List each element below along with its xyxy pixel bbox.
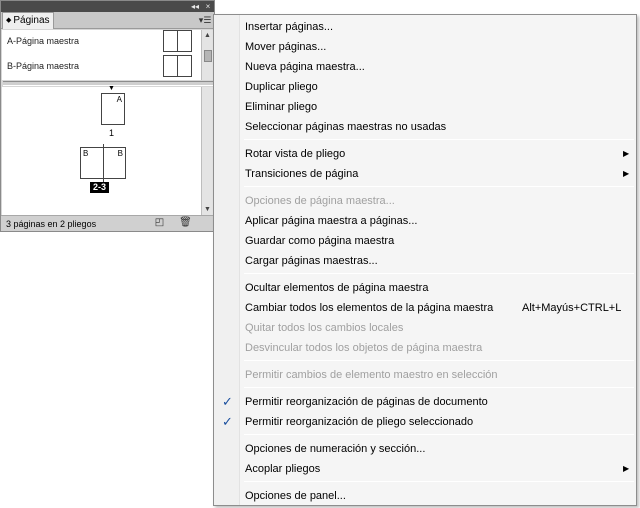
panel-menu-button[interactable]: ▾☰: [198, 14, 212, 26]
submenu-arrow-icon: ▶: [623, 169, 630, 178]
page-master-letter: A: [116, 95, 122, 104]
menu-item[interactable]: Duplicar pliego: [214, 77, 636, 97]
master-thumbnail[interactable]: [163, 30, 192, 52]
menu-item[interactable]: Cargar páginas maestras...: [214, 251, 636, 271]
menu-separator: [244, 139, 634, 140]
delete-page-icon[interactable]: 🗑: [179, 217, 192, 229]
page-thumbnail-1[interactable]: A: [101, 93, 125, 125]
submenu-arrow-icon: ▶: [623, 149, 630, 158]
spread-number-label: 2-3: [90, 182, 110, 193]
master-item-a[interactable]: A-Página maestra: [2, 30, 201, 55]
menu-item-label: Ocultar elementos de página maestra: [245, 282, 429, 294]
menu-item[interactable]: Transiciones de página ▶: [214, 164, 636, 184]
menu-item-label: Opciones de numeración y sección...: [245, 443, 426, 455]
panel-tab-row: ◆ Páginas: [1, 12, 214, 29]
collapse-panel-icon[interactable]: ◂◂: [189, 1, 201, 12]
menu-item-label: Acoplar pliegos: [245, 463, 321, 475]
panel-flyout-menu: Insertar páginas... Mover páginas... Nueva…: [213, 14, 637, 506]
menu-separator: [244, 481, 634, 482]
tab-pages-label: Páginas: [13, 15, 50, 26]
menu-item-label: Quitar todos los cambios locales: [245, 322, 404, 334]
menu-item-label: Aplicar página maestra a páginas...: [245, 215, 418, 227]
checkmark-icon: ✓: [222, 394, 233, 409]
menu-item[interactable]: Cambiar todos los elementos de la página…: [214, 298, 636, 318]
menu-item: Quitar todos los cambios locales: [214, 318, 636, 338]
master-item-label: A-Página maestra: [7, 36, 80, 46]
menu-separator: [244, 434, 634, 435]
menu-item[interactable]: Aplicar página maestra a páginas...: [214, 211, 636, 231]
menu-item-label: Duplicar pliego: [245, 81, 318, 93]
menu-item[interactable]: Nueva página maestra...: [214, 57, 636, 77]
menu-item-label: Rotar vista de pliego: [245, 148, 346, 160]
menu-item[interactable]: Opciones de panel...: [214, 486, 636, 506]
menu-item[interactable]: Guardar como página maestra: [214, 231, 636, 251]
menu-item-shortcut: Alt+Mayús+CTRL+L: [522, 302, 622, 314]
menu-item: Permitir cambios de elemento maestro en …: [214, 365, 636, 385]
menu-separator: [244, 273, 634, 274]
spread-thumbnail-2-3[interactable]: B B: [80, 144, 126, 182]
menu-item-label: Cargar páginas maestras...: [245, 255, 378, 267]
menu-item[interactable]: Ocultar elementos de página maestra: [214, 278, 636, 298]
menu-item[interactable]: Acoplar pliegos ▶: [214, 459, 636, 479]
menu-item-label: Guardar como página maestra: [245, 235, 395, 247]
current-page-marker-icon: ▼: [108, 85, 115, 92]
page-number-label: 1: [109, 128, 115, 138]
checkmark-icon: ✓: [222, 414, 233, 429]
menu-item-label: Opciones de página maestra...: [245, 195, 395, 207]
menu-item[interactable]: Mover páginas...: [214, 37, 636, 57]
menu-item-label: Desvincular todos los objetos de página …: [245, 342, 483, 354]
scroll-up-icon[interactable]: ▲: [204, 32, 211, 39]
menu-separator: [244, 387, 634, 388]
scroll-thumb[interactable]: [204, 50, 212, 62]
master-item-label: B-Página maestra: [7, 61, 80, 71]
menu-item[interactable]: ✓ Permitir reorganización de páginas de d…: [214, 392, 636, 412]
menu-item-label: Permitir cambios de elemento maestro en …: [245, 369, 498, 381]
menu-item-label: Eliminar pliego: [245, 101, 318, 113]
scroll-down-icon[interactable]: ▼: [204, 206, 211, 213]
close-panel-icon[interactable]: ×: [202, 1, 214, 12]
menu-item-label: Opciones de panel...: [245, 490, 346, 502]
menu-item[interactable]: ✓ Permitir reorganización de pliego selec…: [214, 412, 636, 432]
tab-pages[interactable]: ◆ Páginas: [2, 12, 54, 29]
menu-item-label: Cambiar todos los elementos de la página…: [245, 302, 494, 314]
document-pages-area: ▼ A 1 B B 2-3: [2, 85, 201, 215]
panel-title-strip: ◂◂ ×: [1, 1, 214, 12]
master-item-b[interactable]: B-Página maestra: [2, 55, 201, 80]
menu-item-label: Permitir reorganización de páginas de do…: [245, 396, 488, 408]
spread-right-master-letter: B: [117, 149, 123, 158]
master-thumbnail[interactable]: [163, 55, 192, 77]
menu-separator: [244, 186, 634, 187]
master-pages-list: A-Página maestra B-Página maestra: [2, 30, 201, 80]
menu-item-label: Transiciones de página: [245, 168, 359, 180]
menu-item[interactable]: Opciones de numeración y sección...: [214, 439, 636, 459]
menu-item-label: Insertar páginas...: [245, 21, 334, 33]
menu-item-label: Mover páginas...: [245, 41, 327, 53]
tab-expand-icon: ◆: [6, 17, 12, 24]
page-count-status: 3 páginas en 2 pliegos: [6, 219, 97, 229]
spread-left-master-letter: B: [83, 149, 89, 158]
submenu-arrow-icon: ▶: [623, 464, 630, 473]
menu-item[interactable]: Seleccionar páginas maestras no usadas: [214, 117, 636, 137]
pages-panel: ◂◂ × ◆ Páginas ▾☰ A-Página maestra B-Pági…: [0, 0, 215, 232]
menu-item-label: Nueva página maestra...: [245, 61, 365, 73]
new-page-icon[interactable]: ◰: [153, 217, 166, 229]
panel-status-bar: 3 páginas en 2 pliegos ◰ 🗑: [1, 215, 214, 231]
menu-item[interactable]: Eliminar pliego: [214, 97, 636, 117]
menu-item[interactable]: Insertar páginas...: [214, 17, 636, 37]
menu-item[interactable]: Rotar vista de pliego ▶: [214, 144, 636, 164]
menu-separator: [244, 360, 634, 361]
menu-item-label: Seleccionar páginas maestras no usadas: [245, 121, 447, 133]
menu-item: Opciones de página maestra...: [214, 191, 636, 211]
menu-item: Desvincular todos los objetos de página …: [214, 338, 636, 358]
menu-item-label: Permitir reorganización de pliego selecc…: [245, 416, 474, 428]
